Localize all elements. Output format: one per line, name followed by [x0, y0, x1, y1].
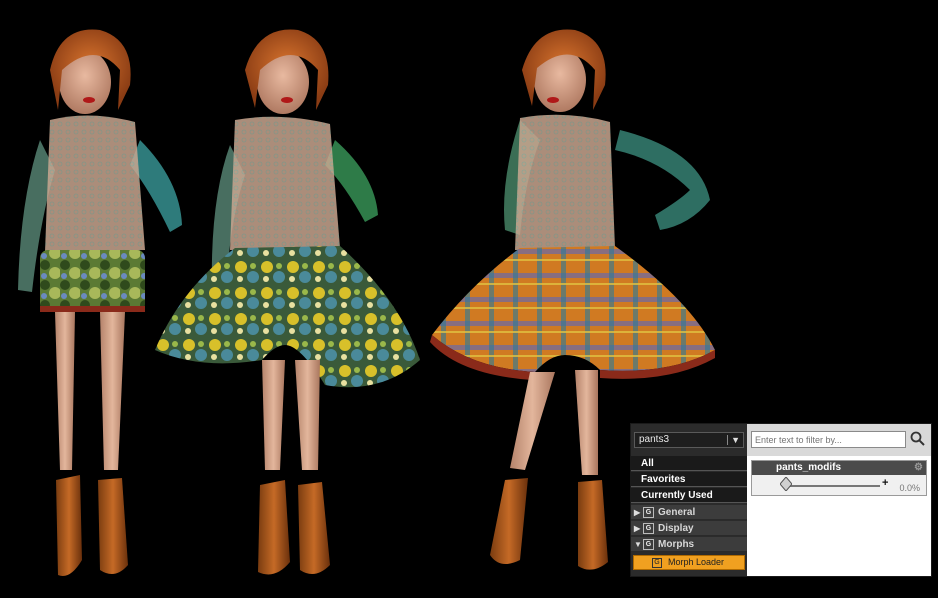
dropdown-separator — [727, 435, 728, 445]
parameters-panel: pants3 ▼ All Favorites Currently Used ▶ … — [630, 423, 932, 577]
category-label: Currently Used — [641, 490, 713, 501]
category-all[interactable]: All — [631, 456, 747, 471]
chevron-down-icon[interactable]: ▼ — [731, 433, 740, 447]
tree-item-morph-loader[interactable]: G Morph Loader — [633, 555, 745, 570]
expand-arrow-icon[interactable]: ▶ — [634, 505, 640, 520]
slider-track[interactable] — [784, 485, 880, 487]
gear-icon[interactable]: ⚙ — [914, 462, 923, 474]
tree-item-label: Morph Loader — [668, 557, 725, 567]
node-selector[interactable]: pants3 ▼ — [634, 432, 744, 448]
parameter-value[interactable]: 0.0% — [899, 483, 920, 493]
figure-2 — [155, 29, 420, 575]
filter-bar — [747, 424, 931, 456]
category-label: Favorites — [641, 474, 686, 485]
parameter-title: pants_modifs ⚙ — [752, 461, 926, 475]
category-label: All — [641, 458, 654, 469]
node-selector-value: pants3 — [639, 434, 670, 445]
search-icon[interactable] — [909, 430, 927, 448]
collapse-arrow-icon[interactable]: ▼ — [634, 537, 642, 552]
group-icon: G — [643, 507, 654, 518]
group-label: General — [658, 507, 696, 518]
group-morphs[interactable]: ▼ G Morphs — [631, 537, 747, 552]
group-icon: G — [652, 558, 662, 568]
group-icon: G — [643, 539, 654, 550]
filter-input[interactable] — [751, 431, 906, 448]
parameter-name: pants_modifs — [776, 462, 842, 473]
expand-arrow-icon[interactable]: ▶ — [634, 521, 640, 536]
group-label: Display — [658, 523, 694, 534]
category-currently-used[interactable]: Currently Used — [631, 488, 747, 503]
figure-1 — [18, 29, 182, 576]
category-tree: pants3 ▼ All Favorites Currently Used ▶ … — [631, 424, 747, 576]
increment-icon[interactable]: + — [882, 477, 888, 489]
slider-handle[interactable] — [780, 477, 792, 491]
category-favorites[interactable]: Favorites — [631, 472, 747, 487]
group-label: Morphs — [658, 539, 695, 550]
group-display[interactable]: ▶ G Display — [631, 521, 747, 536]
parameter-row: pants_modifs ⚙ + 0.0% — [751, 460, 927, 496]
group-icon: G — [643, 523, 654, 534]
group-general[interactable]: ▶ G General — [631, 505, 747, 520]
parameter-list: pants_modifs ⚙ + 0.0% — [747, 424, 931, 576]
